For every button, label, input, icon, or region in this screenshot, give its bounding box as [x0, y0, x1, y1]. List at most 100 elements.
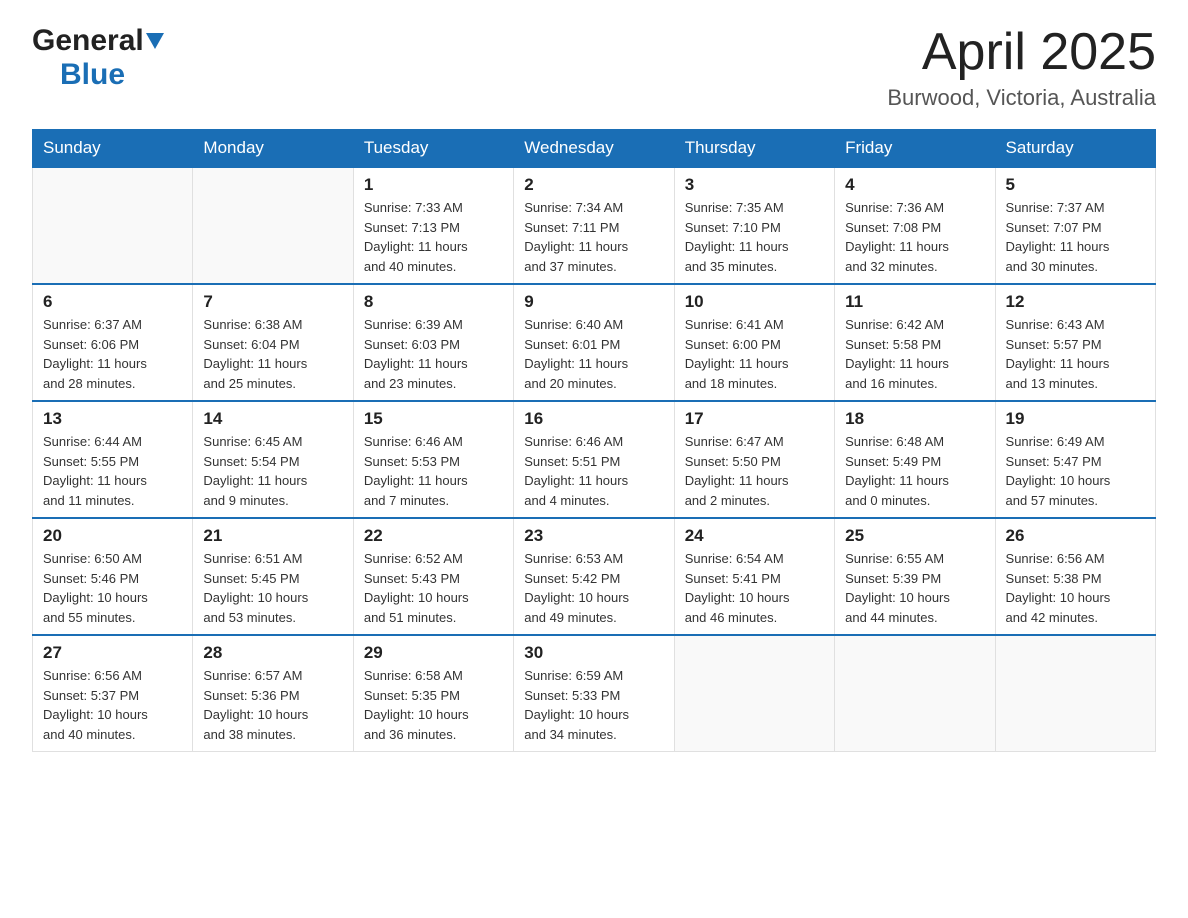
day-number: 3	[685, 175, 824, 195]
day-number: 8	[364, 292, 503, 312]
day-info: Sunrise: 6:51 AM Sunset: 5:45 PM Dayligh…	[203, 549, 342, 627]
day-info: Sunrise: 6:56 AM Sunset: 5:37 PM Dayligh…	[43, 666, 182, 744]
day-number: 14	[203, 409, 342, 429]
calendar-week-row: 27 Sunrise: 6:56 AM Sunset: 5:37 PM Dayli…	[33, 635, 1156, 752]
table-row	[33, 167, 193, 284]
table-row: 26 Sunrise: 6:56 AM Sunset: 5:38 PM Dayli…	[995, 518, 1155, 635]
table-row: 22 Sunrise: 6:52 AM Sunset: 5:43 PM Dayli…	[353, 518, 513, 635]
page-header: General Blue April 2025 Burwood, Victori…	[32, 24, 1156, 111]
table-row: 16 Sunrise: 6:46 AM Sunset: 5:51 PM Dayli…	[514, 401, 674, 518]
day-info: Sunrise: 6:59 AM Sunset: 5:33 PM Dayligh…	[524, 666, 663, 744]
day-info: Sunrise: 6:54 AM Sunset: 5:41 PM Dayligh…	[685, 549, 824, 627]
day-number: 30	[524, 643, 663, 663]
table-row	[995, 635, 1155, 752]
day-number: 28	[203, 643, 342, 663]
day-number: 2	[524, 175, 663, 195]
table-row	[674, 635, 834, 752]
header-sunday: Sunday	[33, 130, 193, 168]
header-saturday: Saturday	[995, 130, 1155, 168]
day-number: 5	[1006, 175, 1145, 195]
table-row: 30 Sunrise: 6:59 AM Sunset: 5:33 PM Dayli…	[514, 635, 674, 752]
table-row: 25 Sunrise: 6:55 AM Sunset: 5:39 PM Dayli…	[835, 518, 995, 635]
table-row: 27 Sunrise: 6:56 AM Sunset: 5:37 PM Dayli…	[33, 635, 193, 752]
day-info: Sunrise: 6:46 AM Sunset: 5:51 PM Dayligh…	[524, 432, 663, 510]
calendar-header-row: Sunday Monday Tuesday Wednesday Thursday…	[33, 130, 1156, 168]
calendar-title: April 2025	[887, 24, 1156, 81]
header-monday: Monday	[193, 130, 353, 168]
day-number: 7	[203, 292, 342, 312]
day-number: 13	[43, 409, 182, 429]
calendar-week-row: 20Sunrise: 6:50 AM Sunset: 5:46 PM Dayli…	[33, 518, 1156, 635]
table-row: 4 Sunrise: 7:36 AM Sunset: 7:08 PM Daylig…	[835, 167, 995, 284]
table-row	[835, 635, 995, 752]
day-info: Sunrise: 6:39 AM Sunset: 6:03 PM Dayligh…	[364, 315, 503, 393]
calendar-week-row: 13 Sunrise: 6:44 AM Sunset: 5:55 PM Dayli…	[33, 401, 1156, 518]
logo: General Blue	[32, 24, 164, 92]
logo-blue-text: Blue	[60, 58, 125, 91]
day-number: 18	[845, 409, 984, 429]
calendar-location: Burwood, Victoria, Australia	[887, 85, 1156, 111]
day-info: Sunrise: 6:49 AM Sunset: 5:47 PM Dayligh…	[1006, 432, 1145, 510]
table-row: 8 Sunrise: 6:39 AM Sunset: 6:03 PM Daylig…	[353, 284, 513, 401]
day-number: 11	[845, 292, 984, 312]
day-number: 16	[524, 409, 663, 429]
table-row: 12 Sunrise: 6:43 AM Sunset: 5:57 PM Dayli…	[995, 284, 1155, 401]
table-row: 23 Sunrise: 6:53 AM Sunset: 5:42 PM Dayli…	[514, 518, 674, 635]
day-number: 29	[364, 643, 503, 663]
day-info: Sunrise: 6:48 AM Sunset: 5:49 PM Dayligh…	[845, 432, 984, 510]
day-info: Sunrise: 6:50 AM Sunset: 5:46 PM Dayligh…	[43, 549, 182, 627]
table-row: 5 Sunrise: 7:37 AM Sunset: 7:07 PM Daylig…	[995, 167, 1155, 284]
day-number: 21	[203, 526, 342, 546]
day-number: 19	[1006, 409, 1145, 429]
day-number: 1	[364, 175, 503, 195]
day-number: 12	[1006, 292, 1145, 312]
table-row: 10 Sunrise: 6:41 AM Sunset: 6:00 PM Dayli…	[674, 284, 834, 401]
table-row: 19 Sunrise: 6:49 AM Sunset: 5:47 PM Dayli…	[995, 401, 1155, 518]
header-thursday: Thursday	[674, 130, 834, 168]
table-row: 29 Sunrise: 6:58 AM Sunset: 5:35 PM Dayli…	[353, 635, 513, 752]
table-row: 7 Sunrise: 6:38 AM Sunset: 6:04 PM Daylig…	[193, 284, 353, 401]
day-info: Sunrise: 7:36 AM Sunset: 7:08 PM Dayligh…	[845, 198, 984, 276]
header-wednesday: Wednesday	[514, 130, 674, 168]
day-info: Sunrise: 6:37 AM Sunset: 6:06 PM Dayligh…	[43, 315, 182, 393]
day-info: Sunrise: 6:58 AM Sunset: 5:35 PM Dayligh…	[364, 666, 503, 744]
day-info: Sunrise: 6:53 AM Sunset: 5:42 PM Dayligh…	[524, 549, 663, 627]
day-number: 27	[43, 643, 182, 663]
day-number: 15	[364, 409, 503, 429]
day-info: Sunrise: 6:55 AM Sunset: 5:39 PM Dayligh…	[845, 549, 984, 627]
table-row: 1Sunrise: 7:33 AM Sunset: 7:13 PM Daylig…	[353, 167, 513, 284]
day-info: Sunrise: 7:35 AM Sunset: 7:10 PM Dayligh…	[685, 198, 824, 276]
day-number: 25	[845, 526, 984, 546]
day-info: Sunrise: 6:44 AM Sunset: 5:55 PM Dayligh…	[43, 432, 182, 510]
day-number: 22	[364, 526, 503, 546]
logo-triangle-icon	[146, 33, 164, 51]
day-number: 4	[845, 175, 984, 195]
day-number: 23	[524, 526, 663, 546]
day-number: 24	[685, 526, 824, 546]
day-number: 10	[685, 292, 824, 312]
day-info: Sunrise: 6:47 AM Sunset: 5:50 PM Dayligh…	[685, 432, 824, 510]
day-info: Sunrise: 6:45 AM Sunset: 5:54 PM Dayligh…	[203, 432, 342, 510]
day-info: Sunrise: 7:37 AM Sunset: 7:07 PM Dayligh…	[1006, 198, 1145, 276]
day-info: Sunrise: 6:40 AM Sunset: 6:01 PM Dayligh…	[524, 315, 663, 393]
table-row: 3 Sunrise: 7:35 AM Sunset: 7:10 PM Daylig…	[674, 167, 834, 284]
table-row: 21 Sunrise: 6:51 AM Sunset: 5:45 PM Dayli…	[193, 518, 353, 635]
table-row: 9 Sunrise: 6:40 AM Sunset: 6:01 PM Daylig…	[514, 284, 674, 401]
table-row: 15Sunrise: 6:46 AM Sunset: 5:53 PM Dayli…	[353, 401, 513, 518]
day-info: Sunrise: 6:52 AM Sunset: 5:43 PM Dayligh…	[364, 549, 503, 627]
day-info: Sunrise: 6:43 AM Sunset: 5:57 PM Dayligh…	[1006, 315, 1145, 393]
day-number: 17	[685, 409, 824, 429]
title-block: April 2025 Burwood, Victoria, Australia	[887, 24, 1156, 111]
table-row: 6Sunrise: 6:37 AM Sunset: 6:06 PM Daylig…	[33, 284, 193, 401]
calendar-table: Sunday Monday Tuesday Wednesday Thursday…	[32, 129, 1156, 752]
table-row: 11Sunrise: 6:42 AM Sunset: 5:58 PM Dayli…	[835, 284, 995, 401]
day-number: 9	[524, 292, 663, 312]
day-info: Sunrise: 6:38 AM Sunset: 6:04 PM Dayligh…	[203, 315, 342, 393]
day-info: Sunrise: 6:57 AM Sunset: 5:36 PM Dayligh…	[203, 666, 342, 744]
day-number: 26	[1006, 526, 1145, 546]
table-row: 14 Sunrise: 6:45 AM Sunset: 5:54 PM Dayli…	[193, 401, 353, 518]
day-info: Sunrise: 6:56 AM Sunset: 5:38 PM Dayligh…	[1006, 549, 1145, 627]
calendar-week-row: 6Sunrise: 6:37 AM Sunset: 6:06 PM Daylig…	[33, 284, 1156, 401]
table-row: 17 Sunrise: 6:47 AM Sunset: 5:50 PM Dayli…	[674, 401, 834, 518]
day-info: Sunrise: 6:41 AM Sunset: 6:00 PM Dayligh…	[685, 315, 824, 393]
